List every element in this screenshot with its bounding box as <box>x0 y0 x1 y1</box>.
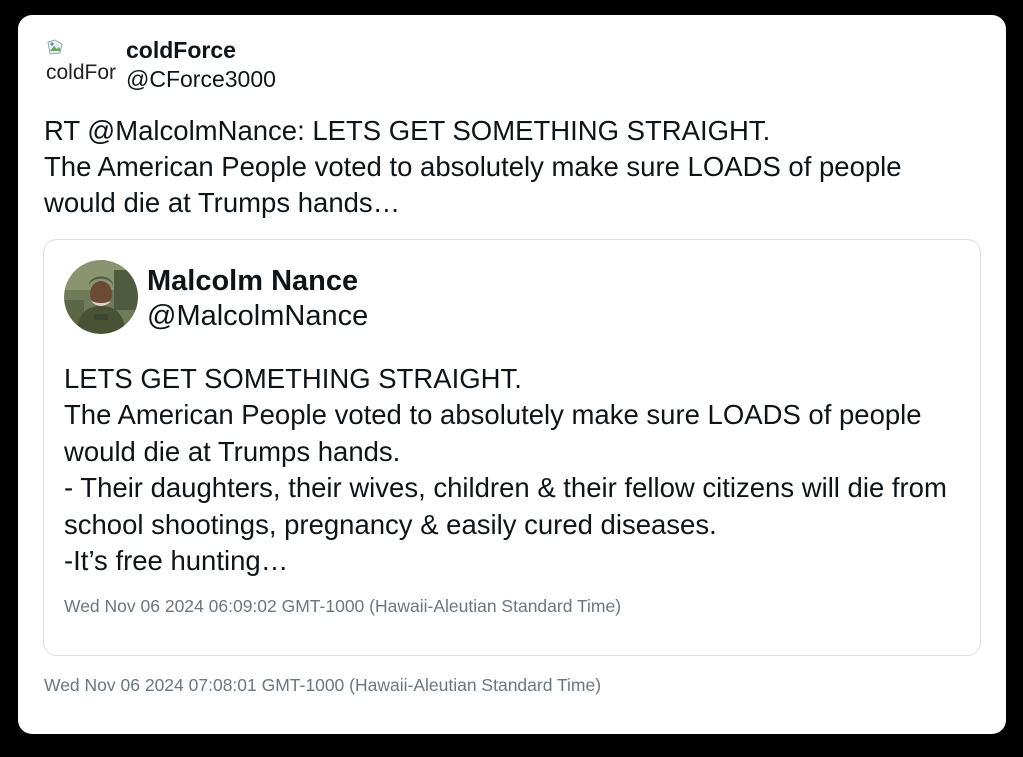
author-name[interactable]: coldForce <box>126 37 236 64</box>
quoted-tweet-text: LETS GET SOMETHING STRAIGHT. The America… <box>64 363 947 577</box>
quoted-author-avatar[interactable] <box>64 260 138 334</box>
quoted-tweet-timestamp[interactable]: Wed Nov 06 2024 06:09:02 GMT-1000 (Hawai… <box>64 596 621 617</box>
avatar-alt-text: coldForce <box>46 61 116 83</box>
profile-photo <box>64 260 138 334</box>
author-avatar[interactable]: coldForce <box>44 37 116 83</box>
broken-image-icon <box>47 39 63 55</box>
tweet-text: RT @MalcolmNance: LETS GET SOMETHING STR… <box>44 115 902 218</box>
tweet-timestamp[interactable]: Wed Nov 06 2024 07:08:01 GMT-1000 (Hawai… <box>44 675 601 696</box>
quoted-tweet[interactable]: Malcolm Nance @MalcolmNance LETS GET SOM… <box>43 239 981 656</box>
quoted-author-name[interactable]: Malcolm Nance <box>147 265 358 298</box>
author-handle[interactable]: @CForce3000 <box>126 66 276 93</box>
tweet-card: coldForce coldForce @CForce3000 RT @Malc… <box>18 15 1006 734</box>
quoted-author-handle[interactable]: @MalcolmNance <box>147 300 368 333</box>
